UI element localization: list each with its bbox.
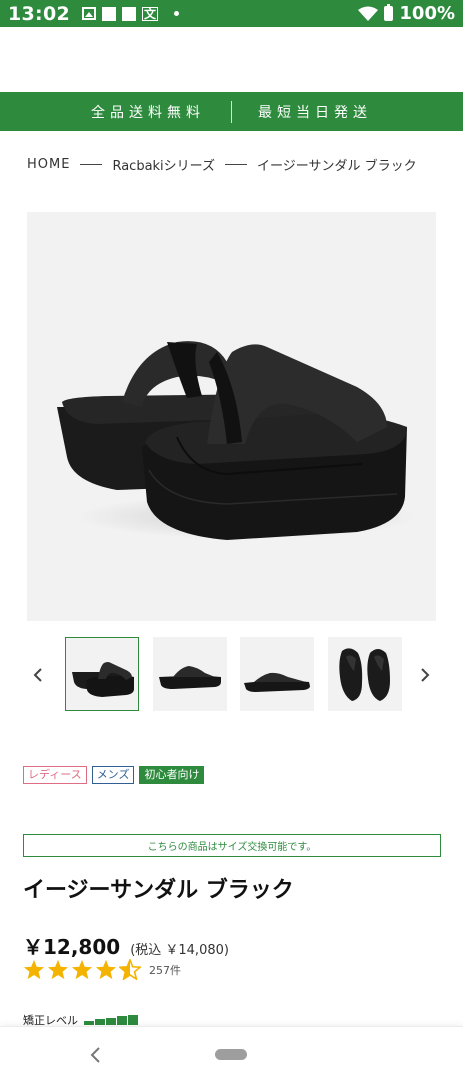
sandal-top-thumb: [339, 648, 390, 701]
star-icon: [71, 959, 93, 980]
tag-beginner[interactable]: 初心者向け: [139, 766, 205, 784]
breadcrumb-current: イージーサンダル ブラック: [257, 159, 417, 174]
level-bar: [117, 1016, 127, 1025]
free-shipping-text: 全品送料無料: [91, 104, 205, 121]
product-rating[interactable]: 257件: [23, 959, 181, 980]
battery-percent: 100%: [399, 3, 455, 24]
thumbnail-4[interactable]: [328, 637, 402, 711]
chevron-left-icon: [33, 668, 42, 682]
carousel-next-button[interactable]: [414, 664, 436, 686]
thumbnail-carousel: [27, 637, 436, 713]
level-bar: [84, 1021, 94, 1025]
sandal-side-thumb: [159, 666, 221, 689]
status-bar: 13:02 文 100%: [0, 0, 463, 27]
main-product-image[interactable]: [27, 212, 436, 621]
level-bar: [106, 1018, 116, 1025]
square-icon: [121, 6, 136, 21]
breadcrumb-separator: [80, 164, 103, 165]
star-icon: [23, 959, 45, 980]
breadcrumb: HOME Racbakiシリーズ イージーサンダル ブラック: [27, 155, 417, 174]
thumbnail-3[interactable]: [240, 637, 314, 711]
star-icon: [47, 959, 69, 980]
image-icon: [81, 7, 96, 20]
wifi-icon: [358, 6, 379, 21]
back-arrow-icon: [90, 1047, 100, 1063]
chevron-right-icon: [421, 668, 430, 682]
shipping-banner: 全品送料無料 最短当日発送: [0, 92, 463, 131]
size-exchange-notice: こちらの商品はサイズ交換可能です。: [23, 834, 441, 857]
nav-home-pill[interactable]: [215, 1049, 247, 1060]
tag-mens[interactable]: メンズ: [91, 766, 135, 784]
carousel-prev-button[interactable]: [27, 664, 49, 686]
half-star-icon: [119, 959, 141, 980]
system-nav-bar: [0, 1026, 463, 1080]
breadcrumb-series[interactable]: Racbakiシリーズ: [112, 155, 215, 174]
breadcrumb-home[interactable]: HOME: [27, 157, 70, 172]
price-value: ￥12,800: [23, 935, 121, 959]
translate-icon: 文: [141, 6, 158, 21]
level-bar: [128, 1015, 138, 1025]
sandal-pair-thumb: [72, 662, 134, 697]
tag-ladies[interactable]: レディース: [23, 766, 87, 784]
same-day-shipping-text: 最短当日発送: [258, 104, 372, 121]
status-time: 13:02: [8, 2, 70, 25]
star-icon: [95, 959, 117, 980]
breadcrumb-separator: [225, 164, 248, 165]
square-icon: [101, 6, 116, 21]
thumbnail-2[interactable]: [153, 637, 227, 711]
product-tags: レディース メンズ 初心者向け: [23, 766, 205, 784]
nav-back-button[interactable]: [86, 1045, 106, 1065]
sandal-photo: [57, 341, 417, 540]
level-bar: [95, 1019, 105, 1025]
battery-icon: [384, 4, 394, 21]
banner-divider: [231, 100, 232, 123]
price-tax-included: (税込 ￥14,080): [130, 943, 229, 958]
review-count: 257件: [149, 963, 181, 977]
thumbnail-1[interactable]: [65, 637, 139, 711]
notification-icons: 文: [81, 6, 179, 21]
sandal-side-2-thumb: [244, 672, 310, 692]
correction-level-meter: [84, 1015, 138, 1025]
product-price: ￥12,800 (税込 ￥14,080): [23, 931, 229, 960]
product-title: イージーサンダル ブラック: [23, 878, 294, 903]
dot-icon: [174, 11, 179, 16]
